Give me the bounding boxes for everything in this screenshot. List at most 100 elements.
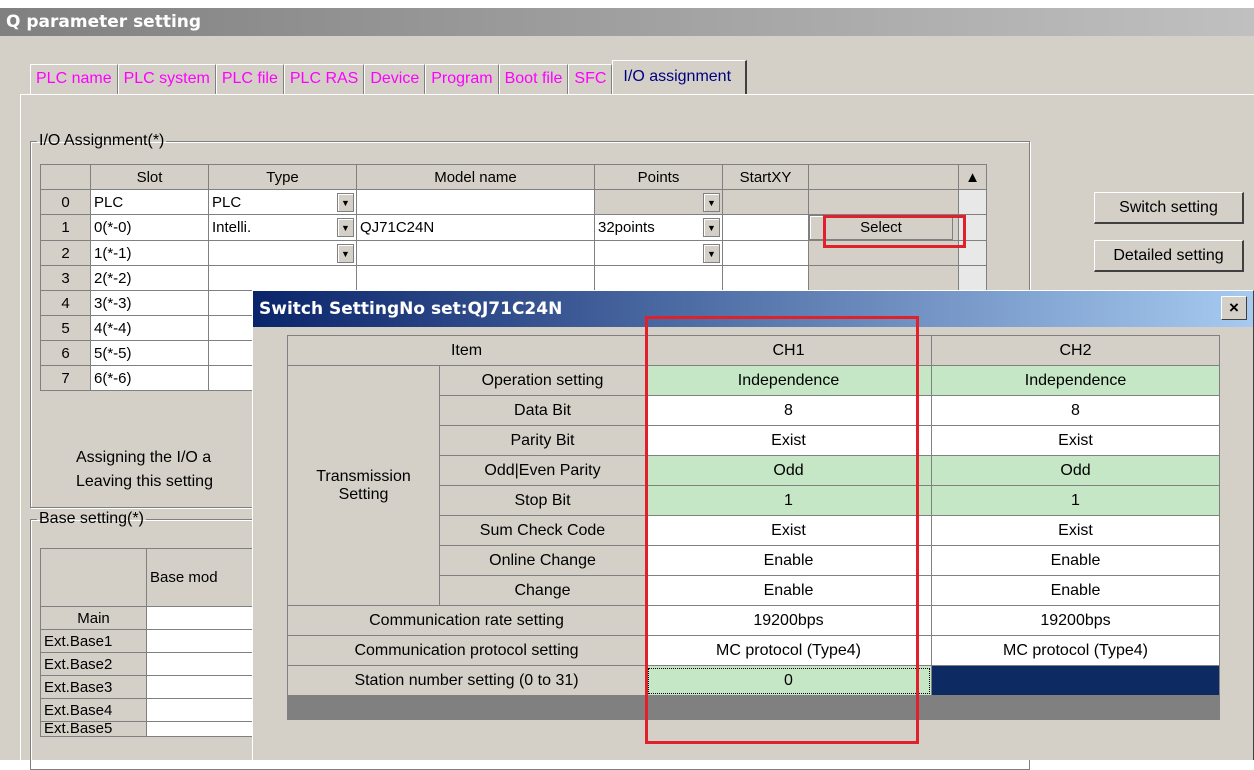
ch2-communication-protocol[interactable]: MC protocol (Type4) [931,635,1220,666]
col-points[interactable]: Points [594,164,723,190]
scroll-up-button[interactable]: ▲ [958,164,987,190]
row-label: Odd|Even Parity [439,455,646,486]
detailed-setting-button[interactable]: Detailed setting [1094,240,1244,272]
table-row: Transmission Setting Operation setting I… [287,365,1220,606]
tab-plc-ras[interactable]: PLC RAS [283,64,365,94]
row-label: Online Change [439,545,646,576]
slot-cell[interactable]: 3(*-3) [90,290,209,316]
ch2-online-change[interactable]: Enable [931,545,1220,576]
ch1-operation-setting[interactable]: Independence [645,365,932,396]
chevron-down-icon[interactable]: ▼ [703,244,720,263]
ch2-station-number[interactable] [931,665,1220,696]
ch2-stop-bit[interactable]: 1 [931,485,1220,516]
type-combo[interactable]: Intelli. ▼ [208,214,357,241]
scrollbar-track[interactable] [958,240,987,266]
ch2-communication-rate[interactable]: 19200bps [931,605,1220,636]
ch1-change[interactable]: Enable [645,575,932,606]
ch1-data-bit[interactable]: 8 [645,395,932,426]
startxy-input[interactable] [722,189,809,215]
header-ch2: CH2 [931,335,1220,366]
ch1-sum-check-code[interactable]: Exist [645,515,932,546]
close-icon[interactable]: × [1221,296,1247,320]
scrollbar-track[interactable] [958,189,987,215]
slot-cell[interactable]: 1(*-1) [90,240,209,266]
ch2-change[interactable]: Enable [931,575,1220,606]
ch1-online-change[interactable]: Enable [645,545,932,576]
table-row: Ext.Base3 [40,675,267,699]
type-cell[interactable] [208,265,357,291]
slot-cell[interactable]: 6(*-6) [90,365,209,391]
row-label: Communication rate setting [287,605,646,636]
tab-strip: PLC name PLC system PLC file PLC RAS Dev… [30,60,748,94]
row-number: 2 [40,240,91,266]
corner-cell [40,164,91,190]
tab-plc-file[interactable]: PLC file [215,64,284,94]
col-startxy[interactable]: StartXY [722,164,809,190]
tab-plc-name[interactable]: PLC name [30,64,118,94]
base-model-input[interactable] [146,652,267,676]
col-model-name[interactable]: Model name [356,164,595,190]
switch-cell [808,240,959,266]
scrollbar-track[interactable] [958,214,987,241]
ch1-odd-even-parity[interactable]: Odd [645,455,932,486]
ch2-parity-bit[interactable]: Exist [931,425,1220,456]
table-row: 2 1(*-1) ▼ ▼ [40,240,987,266]
ch2-sum-check-code[interactable]: Exist [931,515,1220,546]
tab-program[interactable]: Program [425,64,499,94]
ch1-communication-protocol[interactable]: MC protocol (Type4) [645,635,932,666]
chevron-down-icon[interactable]: ▼ [337,218,354,237]
tab-plc-system[interactable]: PLC system [117,64,216,94]
col-base-model[interactable]: Base mod [146,548,267,607]
ch1-communication-rate[interactable]: 19200bps [645,605,932,636]
slot-cell[interactable]: 5(*-5) [90,340,209,366]
base-model-input[interactable] [146,606,267,630]
table-row: Station number setting (0 to 31) 0 [287,665,1220,696]
model-name-input[interactable]: QJ71C24N [356,214,595,241]
ch1-stop-bit[interactable]: 1 [645,485,932,516]
points-combo[interactable]: ▼ [594,240,723,266]
base-model-input[interactable] [146,721,267,737]
row-label: Parity Bit [439,425,646,456]
chevron-down-icon[interactable]: ▼ [337,244,354,263]
table-row: 1 0(*-0) Intelli. ▼ QJ71C24N 32points ▼ Se… [40,214,987,241]
col-type[interactable]: Type [208,164,357,190]
table-header-row: Slot Type Model name Points StartXY ▲ [40,164,987,190]
startxy-input[interactable] [722,214,809,241]
ch2-data-bit[interactable]: 8 [931,395,1220,426]
model-name-input[interactable] [356,189,595,215]
tab-boot-file[interactable]: Boot file [498,64,569,94]
ch1-station-number[interactable]: 0 [645,665,932,696]
ch1-parity-bit[interactable]: Exist [645,425,932,456]
model-name-input[interactable] [356,240,595,266]
select-button[interactable]: Select [809,215,953,240]
tab-device[interactable]: Device [364,64,426,94]
tab-io-assignment[interactable]: I/O assignment [612,60,748,94]
io-assignment-note: Assigning the I/O a Leaving this setting [76,449,213,490]
tab-sfc[interactable]: SFC [568,64,613,94]
table-header-row: Item CH1 CH2 [287,335,1220,366]
chevron-down-icon[interactable]: ▼ [703,193,720,212]
ch2-operation-setting[interactable]: Independence [931,365,1220,396]
col-slot[interactable]: Slot [90,164,209,190]
tab-body-border-left [20,94,21,768]
row-label: Station number setting (0 to 31) [287,665,646,696]
slot-cell[interactable]: PLC [90,189,209,215]
base-model-input[interactable] [146,675,267,699]
ch2-odd-even-parity[interactable]: Odd [931,455,1220,486]
tab-body-border [20,94,1254,95]
switch-setting-button[interactable]: Switch setting [1094,192,1244,224]
base-model-input[interactable] [146,698,267,722]
slot-cell[interactable]: 4(*-4) [90,315,209,341]
type-combo[interactable]: ▼ [208,240,357,266]
type-combo[interactable]: PLC ▼ [208,189,357,215]
slot-cell[interactable]: 0(*-0) [90,214,209,241]
chevron-down-icon[interactable]: ▼ [703,218,720,237]
chevron-down-icon[interactable]: ▼ [337,193,354,212]
points-combo[interactable]: ▼ [594,189,723,215]
switch-cell [808,189,959,215]
base-model-input[interactable] [146,629,267,653]
table-row: Ext.Base5 [40,721,267,737]
startxy-input[interactable] [722,240,809,266]
slot-cell[interactable]: 2(*-2) [90,265,209,291]
points-combo[interactable]: 32points ▼ [594,214,723,241]
